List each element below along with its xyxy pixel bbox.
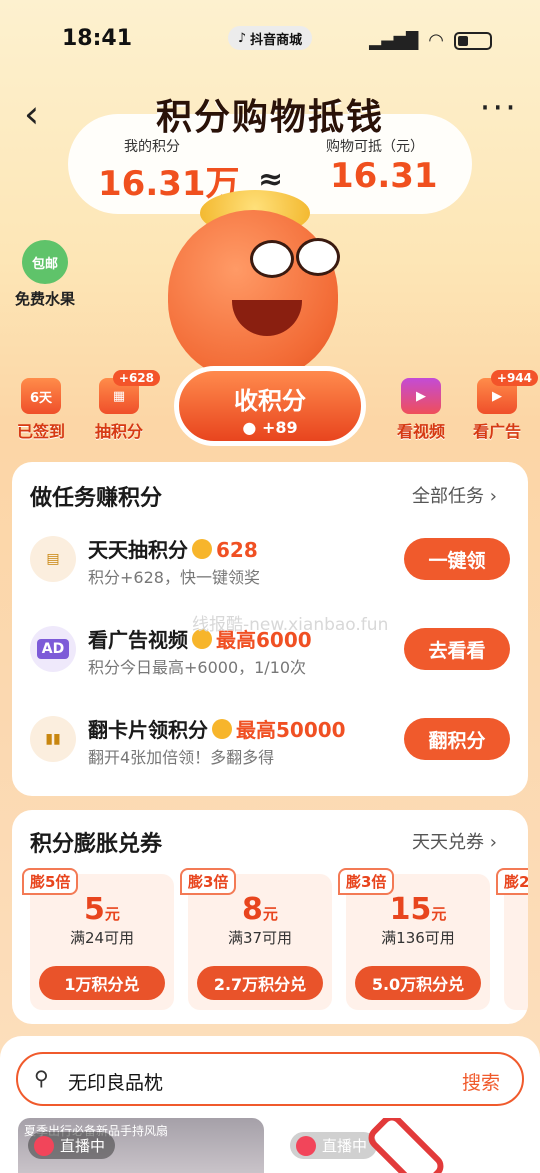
status-time: 18:41 (62, 26, 133, 51)
redeem-button[interactable]: 5.0万积分兑 (355, 966, 481, 1000)
coupon-badge: 膨2 (496, 868, 528, 895)
mascot-illustration (168, 210, 338, 380)
brand-logo (363, 1118, 449, 1173)
coupon-item[interactable]: 膨3倍 8元 满37可用 2.7万积分兑 (180, 868, 332, 1010)
shortcut-watch-video[interactable]: ▶ 看视频 (386, 378, 456, 442)
coupon-amount: 8元 (188, 892, 332, 927)
free-fruit-entry[interactable]: 包邮 免费水果 (12, 240, 78, 309)
calendar-icon: 6天 (21, 378, 61, 414)
coupon-amount-value: 8 (242, 892, 263, 927)
coupon-amount: 15元 (346, 892, 490, 927)
coin-icon (212, 719, 232, 739)
coin-icon (192, 539, 212, 559)
live-icon (296, 1135, 316, 1156)
task-name-text: 翻卡片领积分 (88, 718, 208, 742)
task-name: 天天抽积分 628 (88, 534, 258, 563)
coupon-item[interactable]: 膨3倍 15元 满136可用 5.0万积分兑 (338, 868, 490, 1010)
collect-sub: ● +89 (179, 418, 361, 437)
coupon-amount-value: 15 (389, 892, 432, 927)
shortcut-label: 看广告 (472, 422, 521, 441)
coupon-condition: 满24可用 (69, 929, 135, 947)
ad-icon: AD (30, 626, 76, 672)
task-item: ▮▮ 翻卡片领积分 最高50000 翻开4张加倍领！多翻多得 翻积分 (12, 702, 528, 792)
cards-icon: ▮▮ (30, 716, 76, 762)
ticket-icon: ▤ (30, 536, 76, 582)
app-pill: ♪ 抖音商城 (228, 26, 312, 50)
all-tasks-link[interactable]: 全部任务 › (412, 482, 497, 508)
shortcut-checkin[interactable]: 6天 已签到 (6, 378, 76, 442)
coupon-condition: 满136可用 (381, 929, 455, 947)
task-desc: 积分+628，快一键领奖 (88, 568, 260, 587)
deduct-value: 16.31 (330, 156, 438, 196)
coupon-unit: 元 (262, 905, 278, 923)
live-badge: 直播中 (28, 1132, 116, 1159)
shortcut-watch-ad[interactable]: ▶ +944 看广告 (462, 370, 538, 442)
mascot-eye-left (250, 240, 294, 278)
shortcut-badge: +944 (490, 370, 538, 386)
ad-icon-text: AD (36, 639, 70, 659)
tree-icon: 包邮 (22, 240, 68, 284)
douyin-icon: ♪ (237, 30, 247, 46)
tasks-card-title: 做任务赚积分 (30, 486, 163, 511)
coin-icon: ● (242, 418, 257, 437)
shortcut-label: 抽积分 (94, 422, 143, 441)
claim-all-button[interactable]: 一键领 (404, 538, 510, 580)
watermark: 线报酷-new.xianbao.fun (192, 615, 389, 635)
task-reward: 628 (216, 538, 258, 562)
live-card[interactable]: 夏季出行必备新品手持风扇 直播中 (18, 1118, 264, 1173)
live-card[interactable]: 直播中 (280, 1118, 526, 1173)
task-reward: 最高50000 (236, 718, 346, 742)
task-desc: 积分今日最高+6000，1/10次 (88, 658, 307, 677)
live-badge-label: 直播中 (322, 1137, 368, 1155)
daily-coupons-link[interactable]: 天天兑券 › (412, 828, 497, 854)
redeem-button[interactable]: 2.7万积分兑 (197, 966, 323, 1000)
live-icon (34, 1135, 54, 1156)
task-name-text: 天天抽积分 (88, 538, 188, 562)
live-badge: 直播中 (290, 1132, 378, 1159)
search-button[interactable]: 搜索 (462, 1068, 500, 1095)
wifi-icon: ◠ (428, 30, 444, 51)
redeem-button[interactable]: 1万积分兑 (39, 966, 165, 1000)
task-desc: 翻开4张加倍领！多翻多得 (88, 748, 275, 767)
coupon-unit: 元 (104, 905, 120, 923)
shortcut-label: 看视频 (396, 422, 445, 441)
status-icons: ▂▄▆█ ◠ (369, 30, 492, 51)
coupon-card-title: 积分膨胀兑券 (30, 832, 163, 857)
collect-points-button[interactable]: 收积分 ● +89 (174, 366, 366, 446)
app-pill-label: 抖音商城 (250, 32, 303, 48)
page-title: 积分购物抵钱 (155, 97, 384, 138)
task-item: ▤ 天天抽积分 628 积分+628，快一键领奖 一键领 (12, 522, 528, 612)
coupon-card: 积分膨胀兑券 天天兑券 › 膨5倍 5元 满24可用 1万积分兑 膨3倍 8元 … (12, 810, 528, 1024)
live-badge-label: 直播中 (60, 1137, 106, 1155)
free-fruit-label: 免费水果 (14, 290, 75, 308)
task-name: 翻卡片领积分 最高50000 (88, 714, 346, 743)
coupon-unit: 元 (431, 905, 447, 923)
collect-sub-value: +89 (261, 418, 298, 437)
shortcut-draw-points[interactable]: ▦ +628 抽积分 (84, 370, 160, 442)
search-icon: ⚲ (34, 1066, 49, 1090)
coupon-amount: 5元 (30, 892, 174, 927)
watch-button[interactable]: 去看看 (404, 628, 510, 670)
search-input-value: 无印良品枕 (68, 1072, 164, 1094)
battery-icon (454, 31, 492, 50)
coupon-amount-value: 5 (84, 892, 105, 927)
collect-label: 收积分 (234, 387, 306, 415)
mascot-eye-right (296, 238, 340, 276)
task-name-text: 看广告视频 (88, 628, 188, 652)
coupon-badge: 膨3倍 (180, 868, 237, 895)
coupon-condition: 满37可用 (227, 929, 293, 947)
coupon-badge: 膨5倍 (22, 868, 79, 895)
shortcut-label: 已签到 (16, 422, 65, 441)
video-icon: ▶ (401, 378, 441, 414)
flip-cards-button[interactable]: 翻积分 (404, 718, 510, 760)
shortcut-badge: +628 (112, 370, 160, 386)
coupon-item[interactable]: 膨2 (496, 868, 528, 1010)
coupon-badge: 膨3倍 (338, 868, 395, 895)
signal-icon: ▂▄▆█ (369, 31, 419, 50)
coupon-item[interactable]: 膨5倍 5元 满24可用 1万积分兑 (22, 868, 174, 1010)
